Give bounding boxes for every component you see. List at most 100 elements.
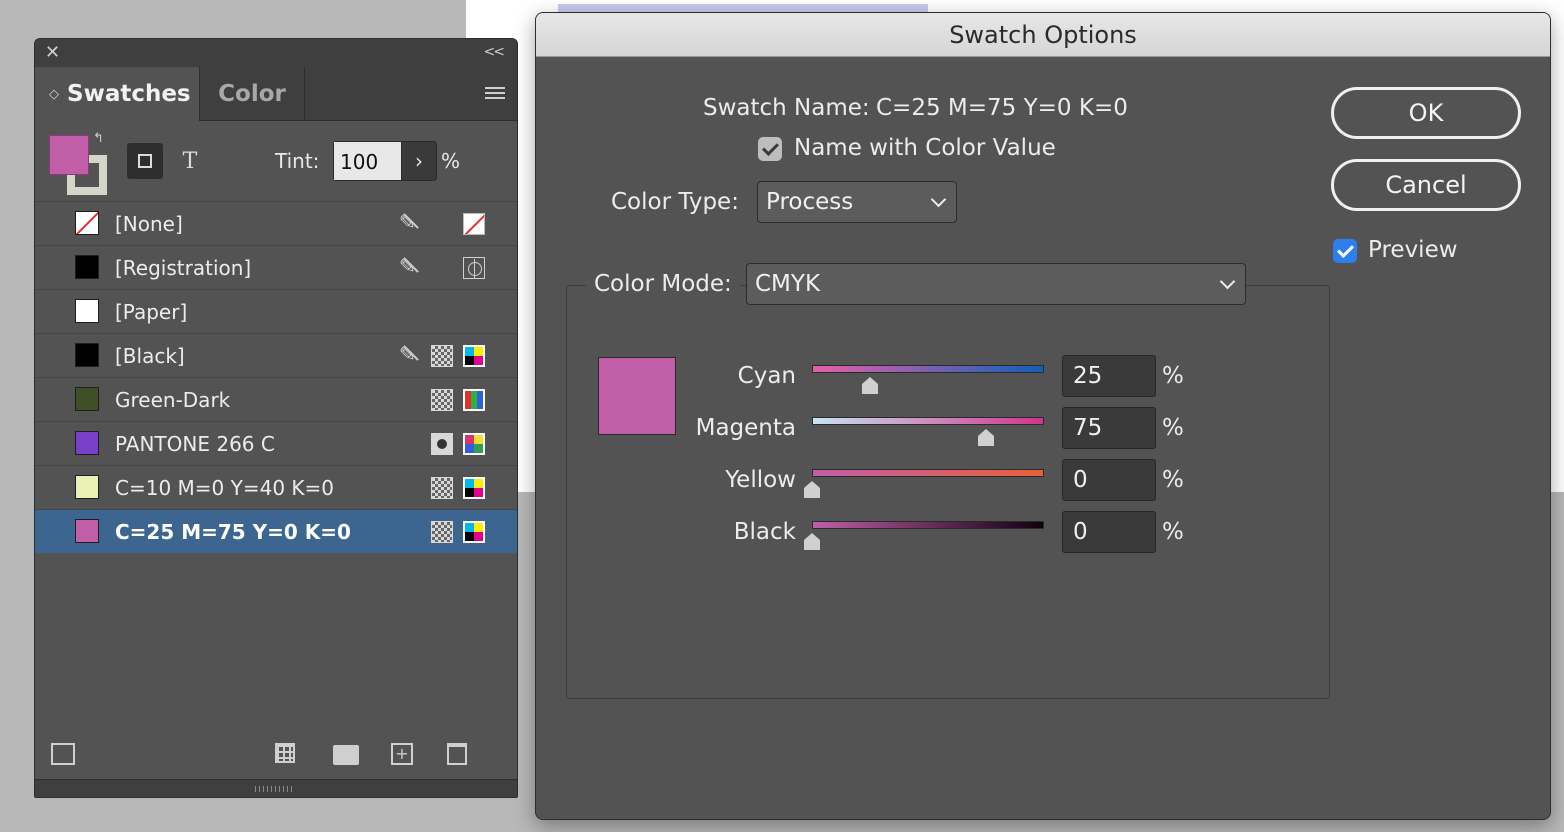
color-mode-value: CMYK (755, 271, 821, 297)
list-item-selected[interactable]: C=25 M=75 Y=0 K=0 (35, 509, 517, 553)
color-mode-label: Color Mode: (586, 271, 740, 297)
color-mode-select[interactable]: CMYK (746, 263, 1246, 305)
swatches-panel: ✕ << ◇ Swatches Color ↰ T Tint: 100 › % … (34, 38, 518, 798)
list-item[interactable]: [Black] ✎ (35, 333, 517, 377)
process-color-icon (431, 521, 453, 543)
yellow-unit: % (1162, 467, 1184, 493)
no-edit-icon: ✎ (399, 210, 421, 234)
cmyk-icon (463, 477, 485, 499)
swatch-name-value: C=25 M=75 Y=0 K=0 (876, 95, 1128, 121)
trash-icon[interactable] (447, 743, 467, 765)
fill-swatch[interactable] (49, 135, 89, 175)
updown-icon: ◇ (49, 86, 59, 102)
magenta-input[interactable]: 75 (1062, 407, 1156, 449)
process-color-icon (431, 477, 453, 499)
none-icon (463, 213, 485, 235)
swatch-chip (75, 211, 99, 235)
registration-icon (463, 257, 485, 279)
name-with-color-checkbox[interactable] (758, 137, 782, 161)
yellow-slider-thumb[interactable] (804, 481, 821, 498)
swatch-chip (75, 475, 99, 499)
yellow-input[interactable]: 0 (1062, 459, 1156, 501)
swatch-name: PANTONE 266 C (115, 432, 275, 456)
list-item[interactable]: PANTONE 266 C (35, 421, 517, 465)
tint-unit: % (441, 149, 461, 173)
black-slider[interactable] (812, 521, 1044, 529)
container-icon (138, 154, 152, 168)
chevron-down-icon (1219, 273, 1236, 290)
swatch-chip (75, 431, 99, 455)
panel-footer: + (35, 735, 517, 779)
black-unit: % (1162, 519, 1184, 545)
color-type-label: Color Type: (611, 189, 739, 215)
preview-label: Preview (1368, 237, 1458, 263)
ok-button[interactable]: OK (1331, 87, 1521, 139)
place-swatch-icon[interactable] (51, 743, 75, 765)
fill-stroke-control[interactable]: ↰ (47, 131, 117, 199)
magenta-slider[interactable] (812, 417, 1044, 425)
close-icon[interactable]: ✕ (45, 42, 60, 63)
swatch-name: [Black] (115, 344, 185, 368)
dialog-title: Swatch Options (536, 13, 1550, 57)
list-item[interactable]: [Registration] ✎ (35, 245, 517, 289)
swap-icon[interactable]: ↰ (93, 131, 104, 146)
swatch-list: [None] ✎ [Registration] ✎ [Paper] [Black… (35, 201, 517, 553)
cyan-label: Cyan (737, 363, 796, 389)
cyan-unit: % (1162, 363, 1184, 389)
swatch-name: C=25 M=75 Y=0 K=0 (115, 520, 351, 544)
tab-swatches-label: Swatches (67, 81, 191, 107)
tab-color[interactable]: Color (199, 67, 305, 121)
swatch-name: Green-Dark (115, 388, 231, 412)
tint-label: Tint: (275, 149, 320, 173)
tint-input[interactable]: 100 (334, 142, 402, 180)
list-item[interactable]: [None] ✎ (35, 201, 517, 245)
cmyk-icon (463, 521, 485, 543)
resize-grip[interactable] (35, 779, 517, 797)
swatch-options-dialog: Swatch Options Swatch Name: C=25 M=75 Y=… (535, 12, 1551, 820)
color-type-select[interactable]: Process (757, 181, 957, 223)
formatting-text-button[interactable]: T (175, 143, 205, 179)
swatch-chip (75, 387, 99, 411)
cmyk-icon (463, 345, 485, 367)
folder-icon[interactable] (333, 745, 359, 765)
document-selection-bar (558, 4, 928, 12)
cyan-slider[interactable] (812, 365, 1044, 373)
cyan-input[interactable]: 25 (1062, 355, 1156, 397)
no-edit-icon: ✎ (399, 254, 421, 278)
swatch-name: [None] (115, 212, 183, 236)
yellow-slider[interactable] (812, 469, 1044, 477)
tint-control: 100 › (333, 141, 437, 181)
swatch-name-label: Swatch Name: (703, 95, 870, 121)
list-item[interactable]: [Paper] (35, 289, 517, 333)
spot-color-icon (431, 433, 453, 455)
panel-menu-icon[interactable] (485, 87, 505, 102)
formatting-container-button[interactable] (127, 143, 163, 179)
list-item[interactable]: Green-Dark (35, 377, 517, 421)
preview-checkbox[interactable] (1333, 239, 1357, 263)
process-color-icon (431, 389, 453, 411)
cancel-button[interactable]: Cancel (1331, 159, 1521, 211)
swatch-chip (75, 299, 99, 323)
tab-swatches[interactable]: ◇ Swatches (35, 67, 199, 121)
black-slider-thumb[interactable] (804, 533, 821, 550)
swatch-chip (75, 519, 99, 543)
chevron-right-icon[interactable]: › (402, 142, 436, 180)
list-item[interactable]: C=10 M=0 Y=40 K=0 (35, 465, 517, 509)
swatch-chip (75, 343, 99, 367)
swatch-views-icon[interactable] (275, 743, 295, 763)
lab-icon (463, 433, 485, 455)
black-input[interactable]: 0 (1062, 511, 1156, 553)
cyan-slider-thumb[interactable] (862, 377, 879, 394)
swatch-name: [Registration] (115, 256, 252, 280)
yellow-label: Yellow (725, 467, 796, 493)
new-swatch-icon[interactable]: + (391, 743, 413, 765)
swatch-chip (75, 255, 99, 279)
swatch-name: C=10 M=0 Y=40 K=0 (115, 476, 335, 500)
panel-titlebar: ✕ << (35, 39, 517, 67)
chevron-down-icon (930, 191, 947, 208)
magenta-slider-thumb[interactable] (978, 429, 995, 446)
no-edit-icon: ✎ (399, 342, 421, 366)
black-label: Black (733, 519, 796, 545)
collapse-icon[interactable]: << (484, 44, 506, 60)
name-with-color-label: Name with Color Value (794, 135, 1056, 161)
